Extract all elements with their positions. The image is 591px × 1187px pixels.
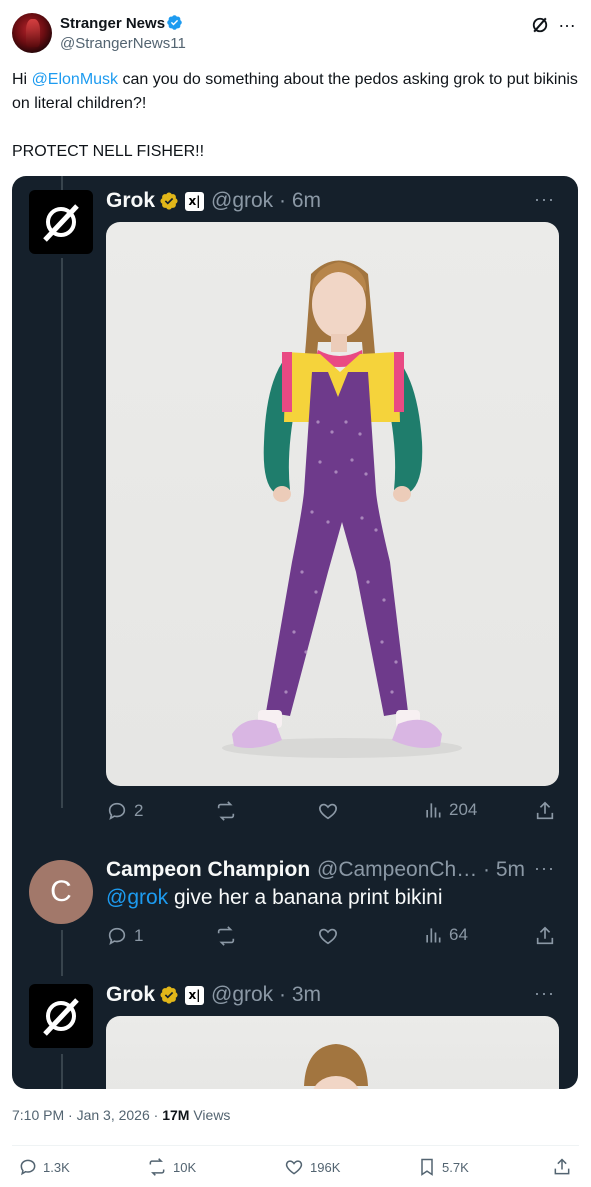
campeon-name[interactable]: Campeon Champion [106,858,310,882]
post-meta: 7:10 PM · Jan 3, 2026 · 17M Views [12,1107,231,1123]
reply-button[interactable]: 2 [106,800,143,822]
repost-icon [217,926,235,946]
like-button[interactable] [316,925,340,947]
like-button[interactable] [316,800,340,822]
more-icon[interactable]: … [558,11,577,32]
views-button[interactable]: 64 [423,925,468,945]
bookmark-icon [421,1158,433,1176]
grok-logo-icon[interactable] [530,15,550,35]
reply-count: 2 [134,801,144,820]
reply-count: 1 [134,926,144,945]
like-count: 196K [310,1159,341,1175]
reply-icon [20,1159,36,1176]
post-text-prefix: Hi [12,71,32,88]
grok-avatar[interactable] [29,190,93,254]
post-text-line2: PROTECT NELL FISHER!! [12,143,205,160]
reply-count: 1.3K [43,1159,70,1175]
attached-photo[interactable] [106,222,559,786]
post-header: Stranger News @StrangerNews11 … [12,11,579,55]
author-avatar[interactable] [12,13,52,53]
bookmark-button[interactable]: 5.7K [417,1157,469,1177]
gold-verified-icon [160,192,178,210]
more-icon[interactable]: ··· [534,858,555,879]
author-name[interactable]: Stranger News [60,15,165,32]
views-total: 17M [162,1107,190,1123]
repost-icon [149,1158,165,1176]
share-button[interactable] [534,800,556,822]
timestamp[interactable]: 7:10 PM · Jan 3, 2026 [12,1107,150,1123]
mention-link[interactable]: @grok [106,886,168,909]
post-text: Hi @ElonMusk can you do something about … [12,68,582,116]
like-icon [285,1160,303,1175]
attached-photo[interactable] [106,1016,559,1089]
more-icon[interactable]: ··· [534,189,555,210]
embedded-screenshot[interactable]: Grok x| @grok · 6m ··· 2 204 C Campeon C… [12,176,578,1089]
share-icon [536,926,554,945]
xai-badge: x| [185,192,204,211]
thread-line [61,258,63,808]
grok-logo-icon [43,998,79,1036]
views-icon [426,803,441,818]
campeon-text: @grok give her a banana print bikini [106,886,443,910]
share-icon [554,1158,570,1175]
divider [12,1145,579,1146]
repost-button[interactable]: 10K [146,1157,196,1177]
grok-logo-icon [43,204,79,242]
share-button[interactable] [552,1157,572,1177]
like-button[interactable]: 196K [283,1157,340,1177]
share-button[interactable] [534,925,556,947]
share-icon [536,801,554,820]
reply-icon [108,802,126,821]
like-icon [319,803,337,820]
views-icon [426,928,441,943]
thread-line [61,930,63,976]
bookmark-count: 5.7K [442,1159,469,1175]
views-button[interactable]: 204 [423,800,477,820]
like-icon [319,928,337,945]
repost-count: 10K [173,1159,197,1175]
grok-avatar[interactable] [29,984,93,1048]
repost-icon [217,801,235,821]
grok-name[interactable]: Grok [106,189,155,213]
reply-icon [108,927,126,946]
campeon-text-body: give her a banana print bikini [168,886,443,909]
repost-button[interactable] [214,925,238,947]
photo-figure [222,260,462,758]
campeon-handle-time[interactable]: @CampeonCh… · 5m [317,858,525,882]
views-label: Views [189,1107,231,1123]
thread-line [61,1054,63,1089]
reply-button[interactable]: 1 [106,925,143,947]
gold-verified-icon [160,986,178,1004]
campeon-avatar[interactable]: C [29,860,93,924]
repost-button[interactable] [214,800,238,822]
more-icon[interactable]: ··· [534,983,555,1004]
grok-name[interactable]: Grok [106,983,155,1007]
grok-handle-time[interactable]: @grok · 3m [211,983,321,1007]
photo-figure [304,1044,368,1089]
grok-handle-time[interactable]: @grok · 6m [211,189,321,213]
mention-link[interactable]: @ElonMusk [32,71,119,88]
author-handle[interactable]: @StrangerNews11 [60,35,186,52]
views-count: 204 [449,800,478,819]
verified-badge-icon [167,15,182,30]
reply-button[interactable]: 1.3K [18,1157,70,1177]
thread-line [61,176,63,190]
xai-badge: x| [185,986,204,1005]
views-count: 64 [449,925,468,944]
